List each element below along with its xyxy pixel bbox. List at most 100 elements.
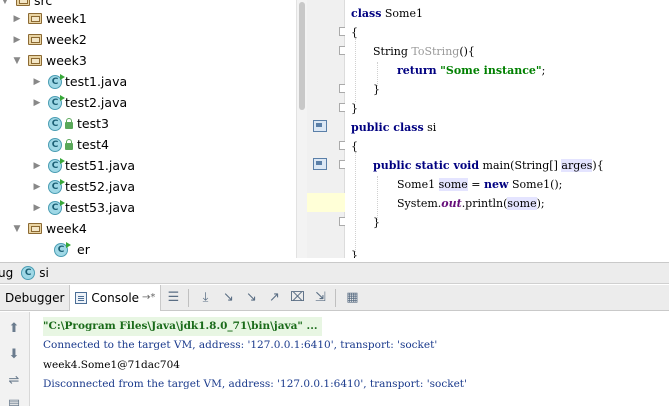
tree-item-label: test52.java <box>65 179 136 194</box>
tab-debugger[interactable]: Debugger <box>0 285 69 311</box>
code-line: } <box>351 246 358 258</box>
variable-name: some <box>438 178 468 191</box>
folder-icon <box>28 55 42 66</box>
step-over-icon[interactable]: ⤓ <box>194 287 216 309</box>
tree-item-label: test3 <box>77 116 109 131</box>
variable-name: some <box>507 197 537 210</box>
run-config-name[interactable]: si <box>39 266 49 280</box>
evaluate-expression-icon[interactable]: ▦ <box>341 287 363 309</box>
drop-frame-icon[interactable]: ⌧ <box>286 287 308 309</box>
soft-wrap-icon[interactable]: ⇌ <box>6 372 22 388</box>
code-text: si <box>423 121 437 134</box>
tree-item-week2[interactable]: ▶ week2 <box>12 29 87 50</box>
code-text: ); <box>536 197 545 210</box>
show-execution-point-icon[interactable]: ☰ <box>162 287 184 309</box>
chevron-right-icon[interactable]: ▶ <box>12 29 22 50</box>
code-text: System. <box>397 197 442 210</box>
java-class-icon: C <box>48 73 65 89</box>
class-hierarchy-icon[interactable] <box>313 120 327 132</box>
code-text: Some1 <box>397 178 439 191</box>
scroll-to-end-icon[interactable]: ▤ <box>6 396 22 406</box>
arrow-down-icon[interactable]: ⬇ <box>6 346 22 362</box>
toolbar-separator <box>188 288 190 307</box>
project-tree: ▼ src ▶ week1 ▶ week2 ▼ week3 ▶ C test1.… <box>0 0 296 258</box>
code-text: } <box>373 216 380 229</box>
tree-item-test3[interactable]: C test3 <box>48 113 109 134</box>
code-line: { <box>351 137 358 156</box>
chevron-right-icon[interactable]: ▶ <box>32 71 42 92</box>
code-line: public class si <box>351 118 436 137</box>
tab-console[interactable]: Console →* <box>69 284 162 311</box>
java-class-icon: C <box>48 178 65 194</box>
tree-item-test51-java[interactable]: ▶ C test51.java <box>32 155 135 176</box>
console-icon <box>75 291 88 304</box>
java-class-icon: C <box>48 94 65 110</box>
indent-guide <box>355 152 356 252</box>
restore-layout-icon[interactable]: →* <box>142 292 155 303</box>
chevron-right-icon[interactable]: ▶ <box>32 155 42 176</box>
chevron-right-icon[interactable]: ▶ <box>32 92 42 113</box>
tree-item-test2-java[interactable]: ▶ C test2.java <box>32 92 127 113</box>
code-text: = <box>467 178 485 191</box>
code-text: Some1 <box>381 7 423 20</box>
tree-item-week3[interactable]: ▼ week3 <box>12 50 87 71</box>
debug-toolbar: Debugger Console →* ☰ ⤓ ↘ ↘ ↗ ⌧ ⇲ ▦ <box>0 284 669 311</box>
tree-item-label: test51.java <box>65 158 136 173</box>
code-text: main(String[] <box>479 159 562 172</box>
tree-item-week4[interactable]: ▼ week4 <box>12 218 87 239</box>
console-side-toolbar: ⬆ ⬇ ⇌ ▤ <box>0 312 30 406</box>
run-to-cursor-icon[interactable]: ⇲ <box>309 287 331 309</box>
java-class-icon: C <box>48 157 65 173</box>
code-text: } <box>351 249 358 258</box>
tree-item-test53-java[interactable]: ▶ C test53.java <box>32 197 135 218</box>
tree-item-label: test1.java <box>65 74 128 89</box>
code-editor[interactable]: class Some1 { String ToString(){ return … <box>345 0 669 258</box>
java-class-icon: C <box>54 241 71 257</box>
tree-item-test1-java[interactable]: ▶ C test1.java <box>32 71 127 92</box>
parameter-name: arges <box>561 159 593 172</box>
debug-window-title: ug C si <box>0 262 669 284</box>
code-text: } <box>373 83 380 96</box>
folder-icon <box>16 0 30 6</box>
string-literal: "Some instance" <box>440 64 542 77</box>
step-out-icon[interactable]: ↗ <box>263 287 285 309</box>
tree-item-label: week2 <box>46 32 87 47</box>
tree-item-test52-java[interactable]: ▶ C test52.java <box>32 176 135 197</box>
code-text: { <box>351 26 358 39</box>
run-config-icon: C <box>21 266 36 280</box>
java-class-icon: C <box>48 137 62 152</box>
code-text: Some1(); <box>508 178 563 191</box>
code-text: ; <box>541 64 546 77</box>
folder-icon <box>28 223 42 234</box>
chevron-right-icon[interactable]: ▶ <box>12 8 22 29</box>
code-line: System.out.println(some); <box>397 194 545 213</box>
folder-icon <box>28 13 42 24</box>
console-output[interactable]: "C:\Program Files\Java\jdk1.8.0_71\bin\j… <box>30 312 669 406</box>
unused-method-name: ToString <box>411 45 460 58</box>
folder-icon <box>28 34 42 45</box>
method-hierarchy-icon[interactable] <box>313 158 327 170</box>
code-line: public static void main(String[] arges){ <box>373 156 604 175</box>
arrow-up-icon[interactable]: ⬆ <box>6 320 22 336</box>
tree-item-er[interactable]: C er <box>54 239 90 258</box>
code-line: } <box>373 80 380 99</box>
code-text: { <box>351 140 358 153</box>
console-command-line[interactable]: "C:\Program Files\Java\jdk1.8.0_71\bin\j… <box>43 317 322 336</box>
console-output-line: week4.Some1@71dac704 <box>43 359 180 371</box>
chevron-right-icon[interactable]: ▶ <box>32 176 42 197</box>
force-step-into-icon[interactable]: ↘ <box>240 287 262 309</box>
tree-item-label: week4 <box>46 221 87 236</box>
tree-scrollbar-thumb[interactable] <box>299 2 305 110</box>
chevron-down-icon[interactable]: ▼ <box>12 218 22 239</box>
static-field: out <box>441 197 462 210</box>
chevron-right-icon[interactable]: ▶ <box>32 197 42 218</box>
chevron-down-icon[interactable]: ▼ <box>12 50 22 71</box>
code-text: } <box>351 102 358 115</box>
step-into-icon[interactable]: ↘ <box>217 287 239 309</box>
tree-item-week1[interactable]: ▶ week1 <box>12 8 87 29</box>
tree-item-label: week1 <box>46 11 87 26</box>
tree-scrollbar[interactable] <box>296 0 307 258</box>
keyword: class <box>351 7 382 20</box>
chevron-down-icon[interactable]: ▼ <box>0 0 10 11</box>
tree-item-test4[interactable]: C test4 <box>48 134 109 155</box>
